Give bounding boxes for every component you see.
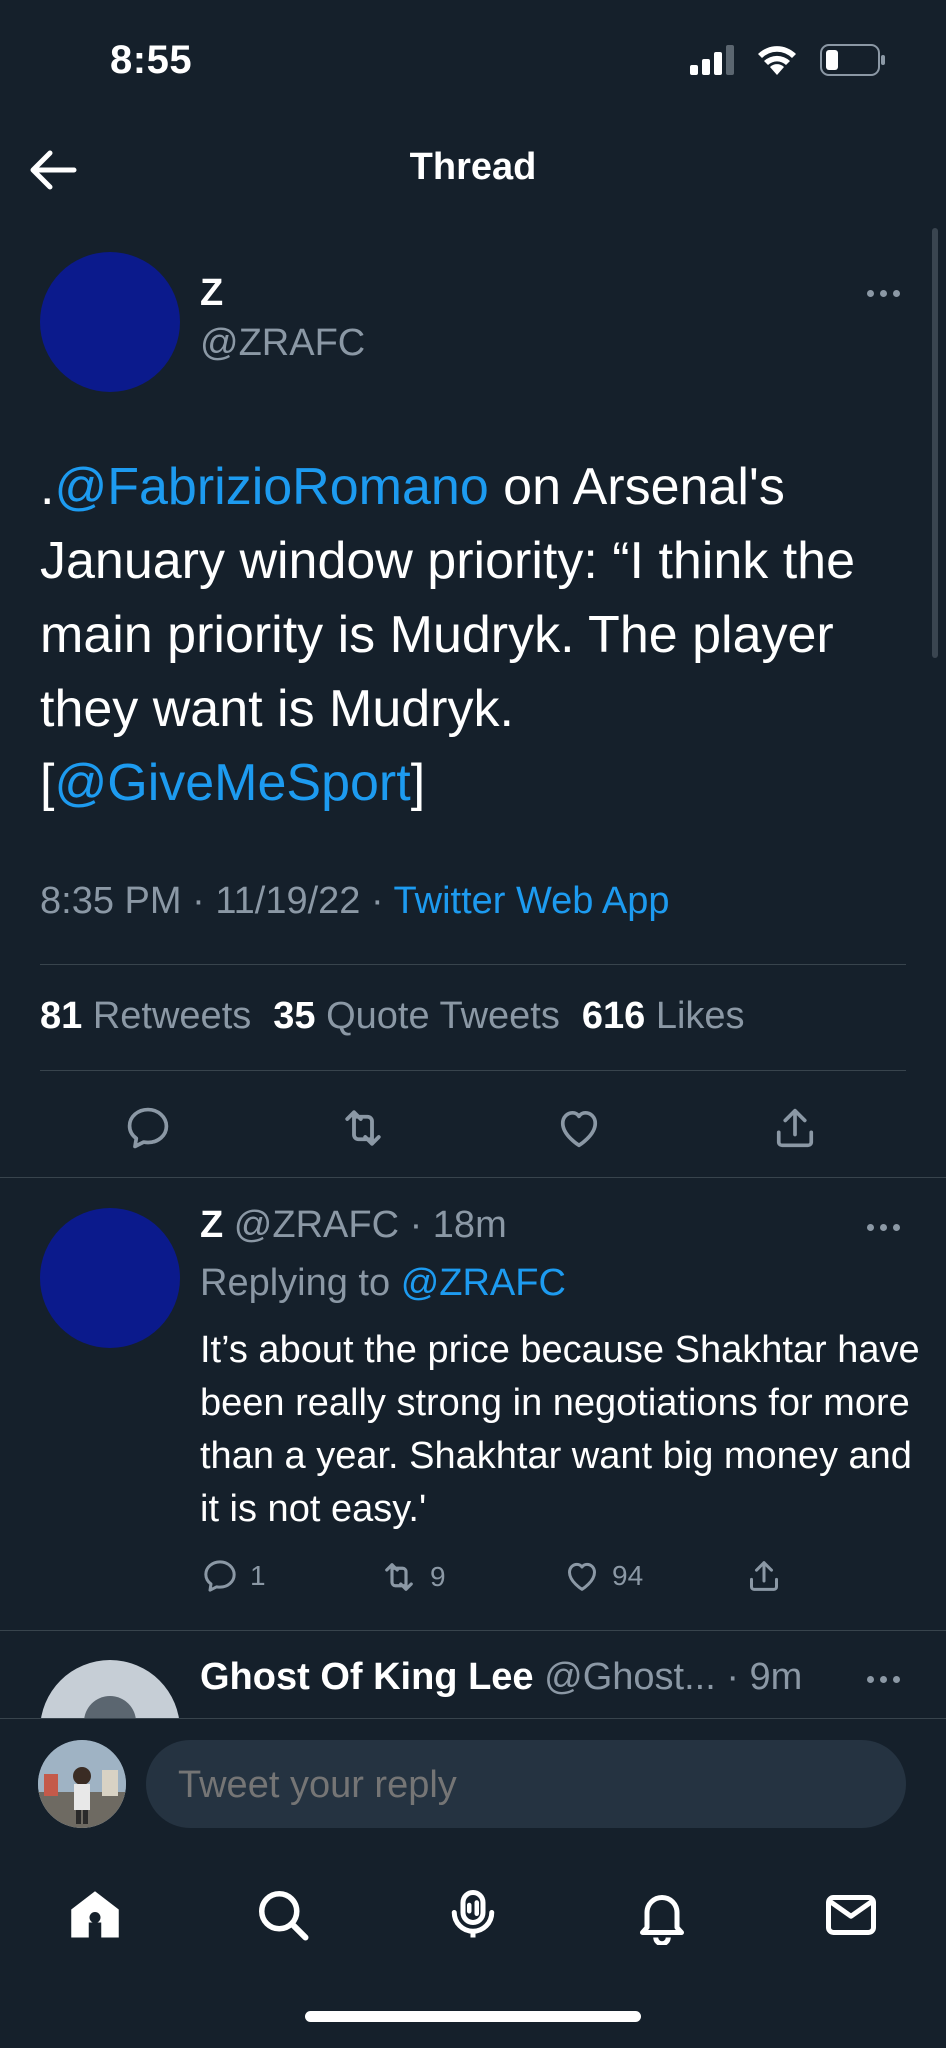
like-button[interactable] bbox=[549, 1098, 609, 1158]
reply-share-button[interactable] bbox=[744, 1556, 784, 1596]
reply-input[interactable] bbox=[176, 1740, 880, 1830]
more-icon[interactable] bbox=[867, 1676, 900, 1683]
retweet-count: 9 bbox=[430, 1561, 446, 1592]
more-icon[interactable] bbox=[867, 1224, 900, 1231]
like-count: 94 bbox=[612, 1560, 644, 1591]
bell-icon bbox=[640, 1895, 684, 1945]
my-avatar[interactable] bbox=[38, 1740, 126, 1828]
reply-retweet-button[interactable]: 9 bbox=[378, 1556, 446, 1598]
reply-icon bbox=[204, 1560, 236, 1592]
replying-mention[interactable]: @ZRAFC bbox=[401, 1262, 566, 1304]
heart-icon bbox=[560, 1110, 598, 1148]
likes-count: 616 bbox=[581, 995, 646, 1037]
tab-notifications[interactable] bbox=[627, 1880, 697, 1950]
share-button[interactable] bbox=[765, 1098, 825, 1158]
mail-icon bbox=[826, 1895, 876, 1935]
reply-avatar[interactable] bbox=[40, 1208, 180, 1348]
tweet-time: 8:35 PM bbox=[40, 880, 182, 922]
reply-input-container[interactable] bbox=[146, 1740, 906, 1830]
divider bbox=[40, 964, 906, 965]
next-author-name[interactable]: Ghost Of King Lee bbox=[200, 1656, 534, 1698]
reply-header: Z @ZRAFC · 18m bbox=[200, 1204, 507, 1246]
reply-text: It’s about the price because Shakhtar ha… bbox=[200, 1329, 920, 1530]
tweet-text-suffix: ] bbox=[410, 754, 426, 812]
author-avatar[interactable] bbox=[40, 252, 180, 392]
profile-photo-icon bbox=[38, 1740, 126, 1828]
tweet-meta: 8:35 PM · 11/19/22 · Twitter Web App bbox=[40, 880, 670, 923]
quotes-count: 35 bbox=[273, 995, 316, 1037]
wifi-icon bbox=[758, 46, 796, 75]
status-time: 8:55 bbox=[110, 38, 193, 82]
status-icons bbox=[690, 44, 886, 76]
retweets-label: Retweets bbox=[92, 995, 252, 1037]
retweet-icon bbox=[385, 1563, 413, 1591]
mention-link[interactable]: @GiveMeSport bbox=[54, 754, 410, 812]
reply-author-name[interactable]: Z bbox=[200, 1204, 223, 1246]
meta-separator: · bbox=[181, 880, 216, 922]
tab-spaces[interactable] bbox=[438, 1880, 508, 1950]
likes-stat[interactable]: 616 Likes bbox=[582, 995, 745, 1038]
tweet-stats: 81 Retweets 35 Quote Tweets 616 Likes bbox=[40, 995, 745, 1038]
replying-label: Replying to bbox=[200, 1262, 391, 1304]
likes-label: Likes bbox=[655, 995, 745, 1037]
divider bbox=[0, 1630, 946, 1631]
spaces-icon bbox=[451, 1890, 495, 1938]
tweet-date: 11/19/22 bbox=[215, 880, 361, 922]
next-header: Ghost Of King Lee @Ghost... · 9m bbox=[200, 1656, 803, 1698]
reply-time: 18m bbox=[432, 1204, 507, 1246]
tweet-text: .@FabrizioRomano on Arsenal's January wi… bbox=[40, 450, 900, 820]
quotes-stat[interactable]: 35 Quote Tweets bbox=[273, 995, 560, 1038]
reply-count: 1 bbox=[250, 1560, 266, 1591]
reply-author-handle[interactable]: @ZRAFC bbox=[234, 1204, 399, 1246]
next-time: 9m bbox=[749, 1656, 803, 1698]
scrollbar[interactable] bbox=[932, 228, 938, 658]
more-icon[interactable] bbox=[867, 290, 900, 297]
next-author-handle[interactable]: @Ghost... bbox=[544, 1656, 716, 1698]
author-handle[interactable]: @ZRAFC bbox=[200, 322, 365, 365]
author-name[interactable]: Z bbox=[200, 272, 223, 315]
page-title: Thread bbox=[409, 146, 537, 188]
home-icon bbox=[71, 1891, 119, 1938]
tweet-source[interactable]: Twitter Web App bbox=[394, 880, 670, 922]
reply-icon bbox=[127, 1107, 169, 1149]
mention-link[interactable]: @FabrizioRomano bbox=[54, 458, 488, 516]
retweet-icon bbox=[345, 1110, 381, 1146]
retweets-stat[interactable]: 81 Retweets bbox=[40, 995, 251, 1038]
share-icon bbox=[750, 1561, 778, 1591]
meta-separator: · bbox=[360, 880, 394, 922]
battery-icon bbox=[820, 44, 885, 76]
tweet-text-prefix: . bbox=[40, 458, 55, 516]
heart-icon bbox=[568, 1562, 596, 1591]
reply-reply-button[interactable]: 1 bbox=[200, 1556, 266, 1596]
tab-messages[interactable] bbox=[816, 1880, 886, 1950]
divider bbox=[40, 1070, 906, 1071]
replying-to: Replying to @ZRAFC bbox=[200, 1262, 566, 1305]
retweet-button[interactable] bbox=[333, 1098, 393, 1158]
tab-home[interactable] bbox=[60, 1880, 130, 1950]
reply-like-button[interactable]: 94 bbox=[562, 1556, 643, 1596]
reply-button[interactable] bbox=[118, 1098, 178, 1158]
retweets-count: 81 bbox=[40, 995, 83, 1037]
quotes-label: Quote Tweets bbox=[326, 995, 560, 1037]
tab-search[interactable] bbox=[248, 1880, 318, 1950]
signal-icon bbox=[690, 45, 734, 75]
share-icon bbox=[776, 1108, 814, 1148]
search-icon bbox=[259, 1891, 309, 1941]
home-indicator[interactable] bbox=[305, 2011, 641, 2022]
divider bbox=[0, 1177, 946, 1178]
